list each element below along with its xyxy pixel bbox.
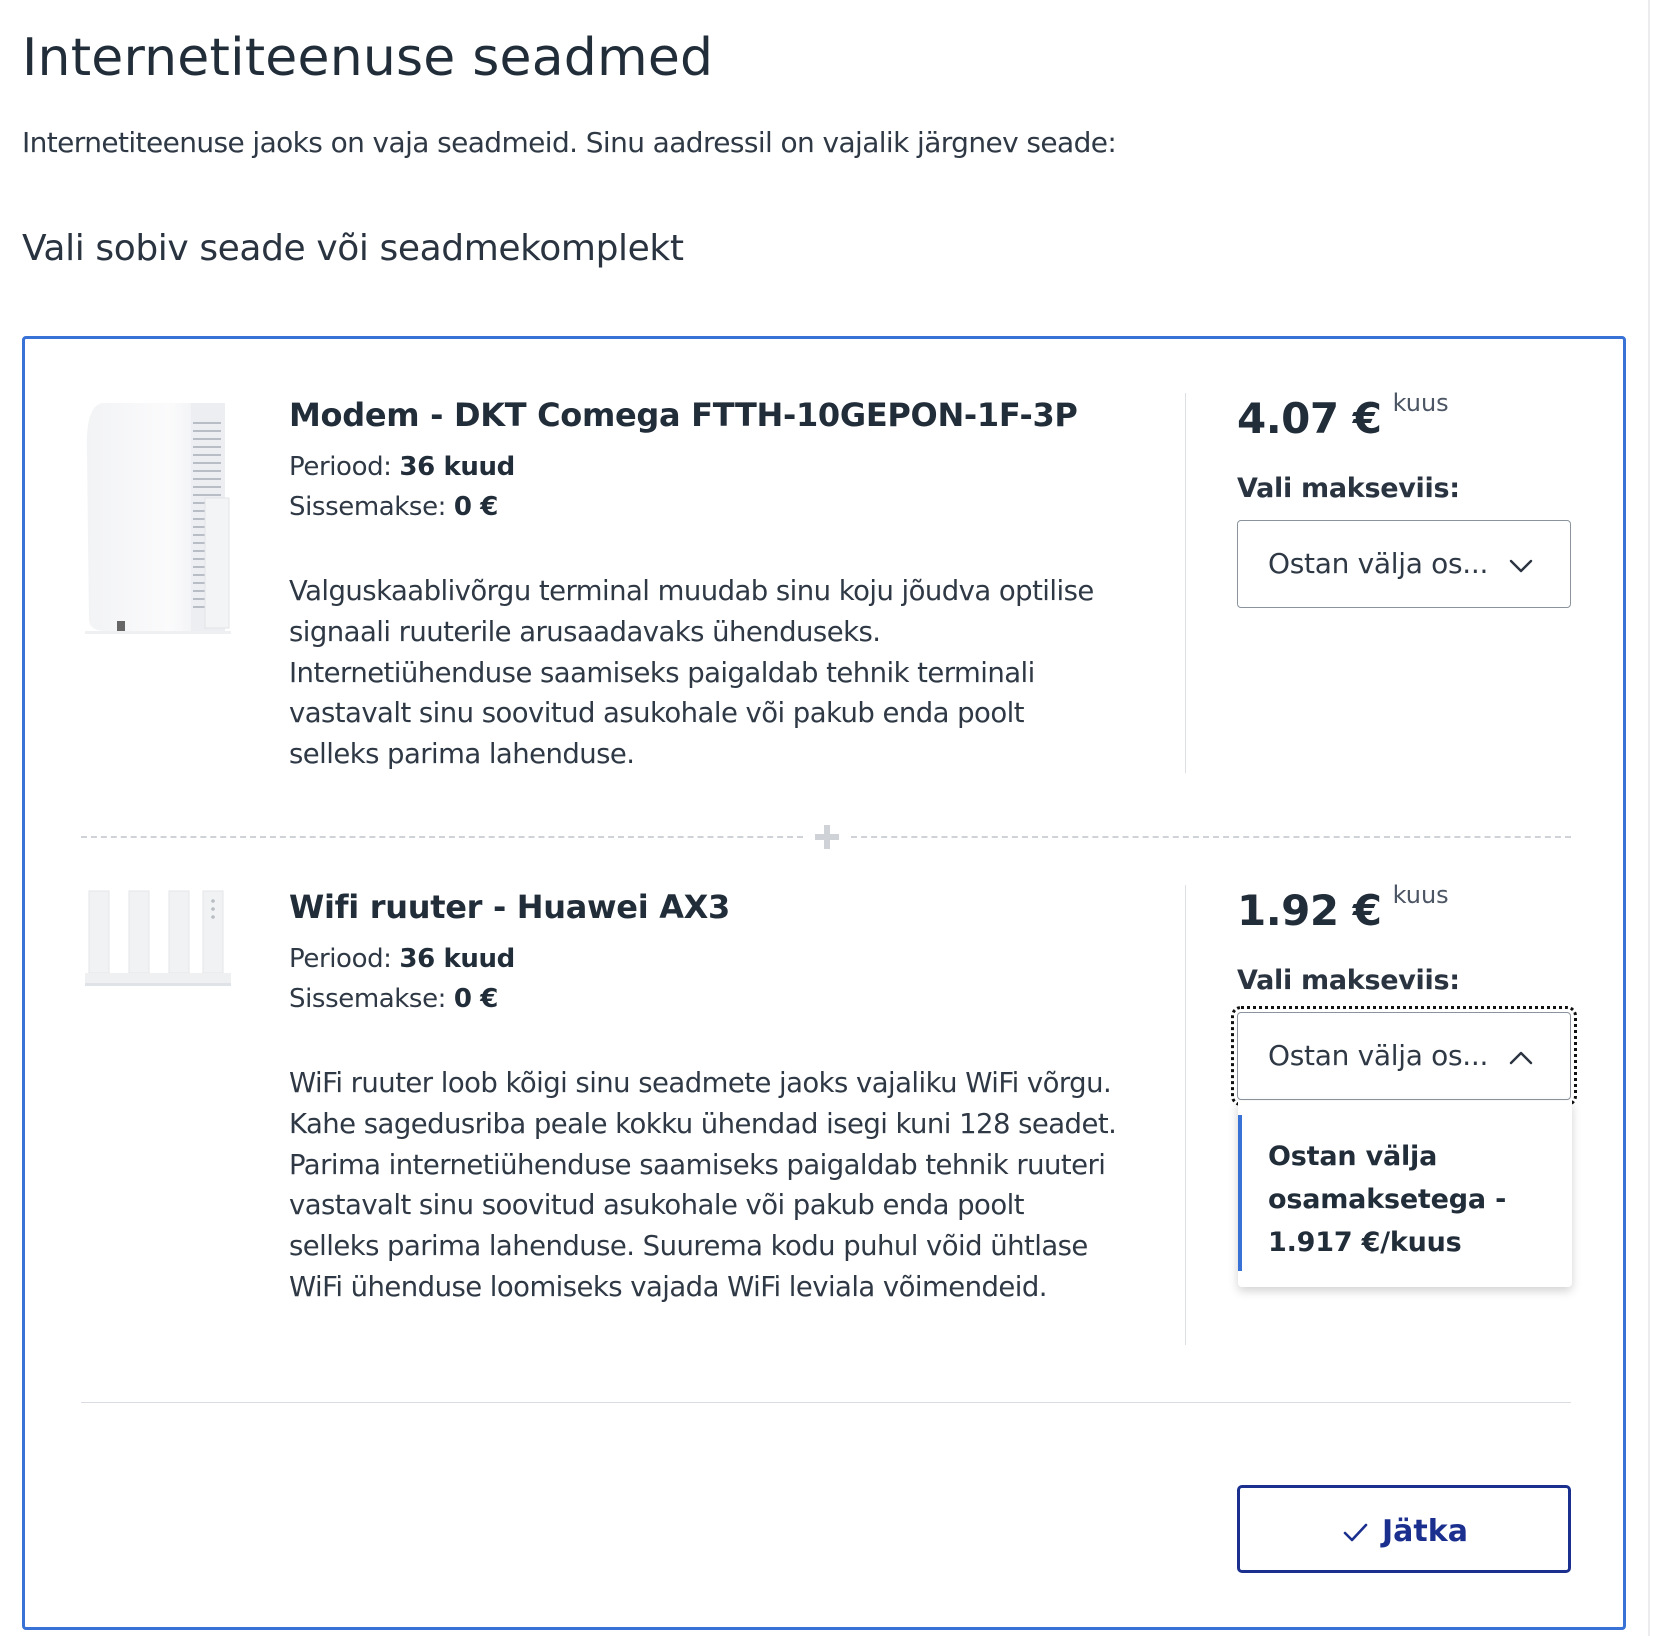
device-description: Valguskaablivõrgu terminal muudab sinu k… xyxy=(289,575,1094,771)
period-label: Periood: xyxy=(289,452,392,482)
device-name: Wifi ruuter - Huawei AX3 xyxy=(289,888,731,926)
period-row: Periood: 36 kuud xyxy=(289,939,1119,979)
select-value: Ostan välja os... xyxy=(1268,547,1489,580)
router-pricing: 1.92 € kuus Vali makseviis: Ostan välja … xyxy=(1231,883,1577,1287)
device-name: Modem - DKT Comega FTTH-10GEPON-1F-3P xyxy=(289,396,1078,434)
payment-method-label: Vali makseviis: xyxy=(1237,965,1460,996)
period-value: 36 kuud xyxy=(399,944,515,974)
modem-pricing: 4.07 € kuus Vali makseviis: Ostan välja … xyxy=(1237,391,1571,608)
monthly-price: 1.92 € xyxy=(1237,886,1382,935)
device-modem: Modem - DKT Comega FTTH-10GEPON-1F-3P Pe… xyxy=(81,391,1571,783)
continue-label: Jätka xyxy=(1382,1514,1468,1549)
modem-image xyxy=(85,403,231,634)
router-info: Wifi ruuter - Huawei AX3 Periood: 36 kuu… xyxy=(289,885,1119,1308)
period-row: Periood: 36 kuud xyxy=(289,447,1119,487)
device-router: Wifi ruuter - Huawei AX3 Periood: 36 kuu… xyxy=(81,883,1577,1345)
page-title: Internetiteenuse seadmed xyxy=(22,28,714,88)
vertical-divider xyxy=(1185,393,1186,773)
check-icon xyxy=(1343,1523,1368,1541)
modem-info: Modem - DKT Comega FTTH-10GEPON-1F-3P Pe… xyxy=(289,393,1119,775)
monthly-price: 4.07 € xyxy=(1237,394,1382,443)
section-subtitle: Vali sobiv seade või seadmekomplekt xyxy=(22,228,684,269)
dropdown-option[interactable]: Ostan välja osamaksetega - 1.917 €/kuus xyxy=(1238,1115,1572,1271)
router-image xyxy=(85,890,231,986)
deposit-label: Sissemakse: xyxy=(289,984,447,1014)
period-label: Periood: xyxy=(289,944,392,974)
plus-divider xyxy=(81,823,1571,853)
select-value: Ostan välja os... xyxy=(1268,1039,1489,1072)
device-selection-card: Modem - DKT Comega FTTH-10GEPON-1F-3P Pe… xyxy=(22,336,1626,1630)
scrollbar-track xyxy=(1648,0,1650,1636)
device-description: WiFi ruuter loob kõigi sinu seadmete jao… xyxy=(289,1067,1117,1303)
payment-method-dropdown: Ostan välja osamaksetega - 1.917 €/kuus xyxy=(1238,1101,1572,1287)
price-unit: kuus xyxy=(1392,881,1449,909)
plus-icon xyxy=(815,825,839,849)
deposit-label: Sissemakse: xyxy=(289,492,447,522)
deposit-row: Sissemakse: 0 € xyxy=(289,979,1119,1019)
deposit-value: 0 € xyxy=(453,492,498,522)
intro-text: Internetiteenuse jaoks on vaja seadmeid.… xyxy=(22,126,1117,159)
chevron-down-icon xyxy=(1509,559,1533,573)
deposit-value: 0 € xyxy=(453,984,498,1014)
deposit-row: Sissemakse: 0 € xyxy=(289,487,1119,527)
payment-method-label: Vali makseviis: xyxy=(1237,473,1460,504)
vertical-divider xyxy=(1185,885,1186,1345)
continue-button[interactable]: Jätka xyxy=(1237,1485,1571,1573)
payment-method-select[interactable]: Ostan välja os... Ostan välja osamaksete… xyxy=(1231,1006,1577,1287)
price-unit: kuus xyxy=(1392,389,1449,417)
chevron-up-icon xyxy=(1509,1051,1533,1065)
horizontal-divider xyxy=(81,1402,1571,1403)
period-value: 36 kuud xyxy=(399,452,515,482)
payment-method-select[interactable]: Ostan välja os... xyxy=(1237,520,1571,608)
